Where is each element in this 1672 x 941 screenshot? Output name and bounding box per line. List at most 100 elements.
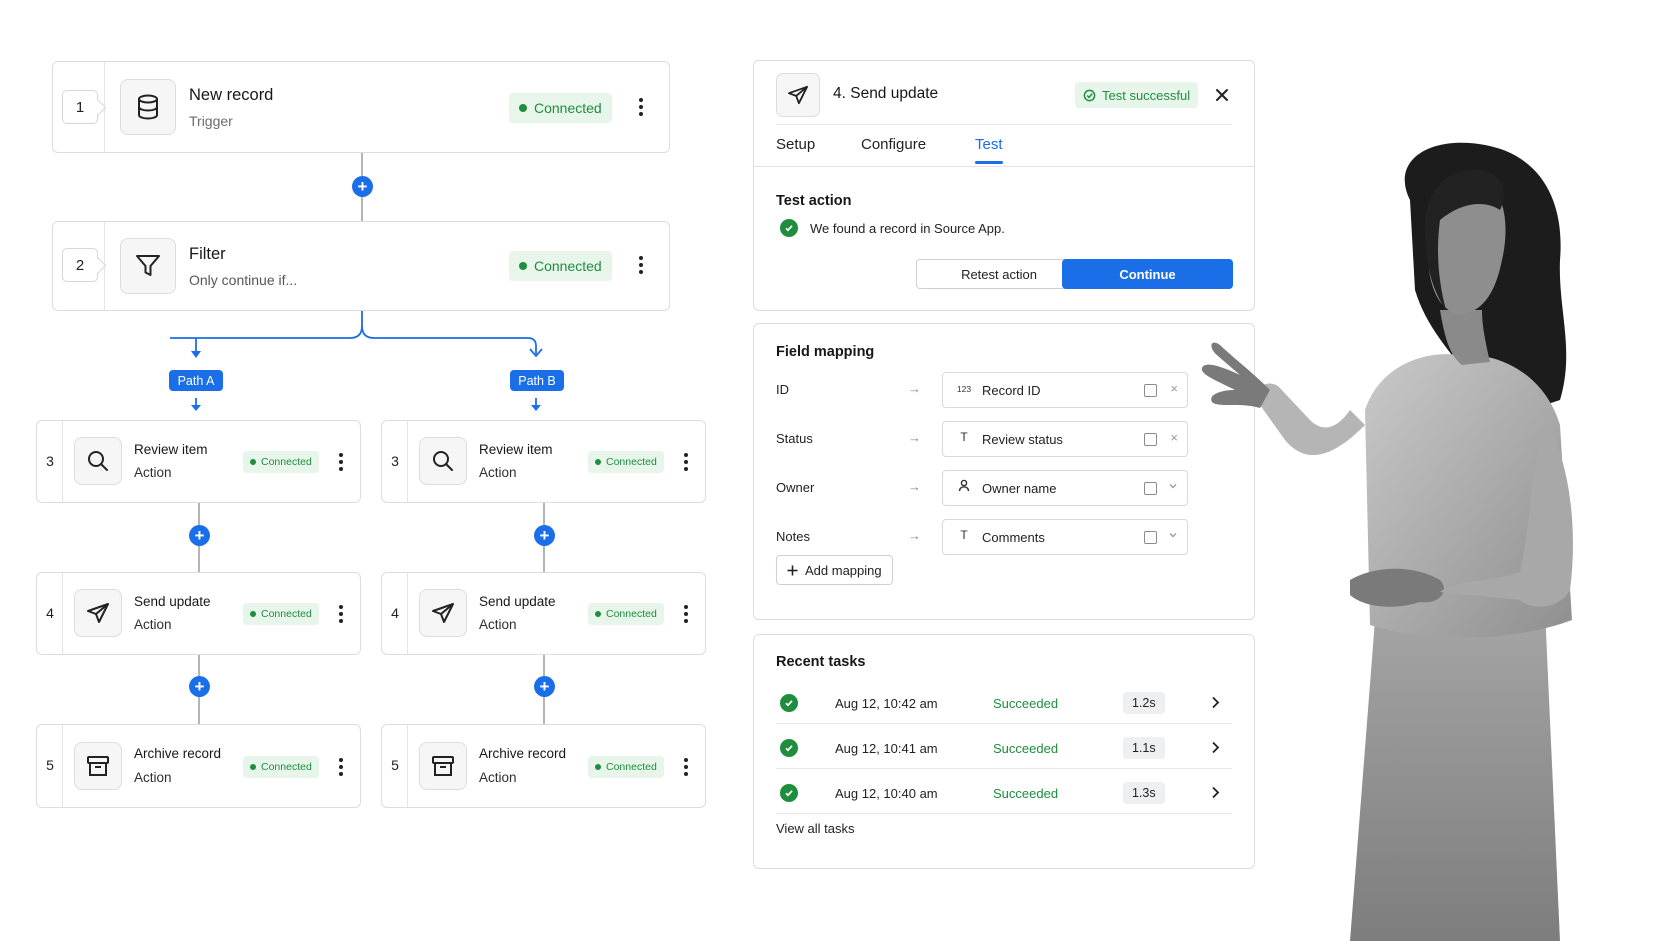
retest-action-button[interactable]: Retest action: [916, 259, 1082, 289]
text-type-icon: T: [960, 528, 968, 542]
more-options-icon[interactable]: [331, 602, 351, 626]
task-row[interactable]: Aug 12, 10:42 am Succeeded 1.2s: [776, 682, 1232, 724]
clear-icon[interactable]: ×: [1170, 430, 1178, 445]
add-step-button[interactable]: +: [534, 525, 555, 546]
arrow-right-icon: →: [908, 430, 921, 445]
mapping-field[interactable]: 123 Record ID ×: [942, 372, 1188, 408]
more-options-icon[interactable]: [676, 755, 696, 779]
panel-title: 4. Send update: [833, 85, 939, 102]
search-icon: [74, 437, 122, 485]
step-title: Send update: [134, 594, 211, 609]
mapping-label: Owner: [776, 480, 815, 495]
step-card-filter[interactable]: 2 Filter Only continue if... Connected: [52, 221, 670, 311]
clear-icon[interactable]: ×: [1170, 381, 1178, 396]
path-a-label[interactable]: Path A: [169, 370, 223, 391]
step-subtitle: Action: [479, 617, 517, 632]
task-row[interactable]: Aug 12, 10:40 am Succeeded 1.3s: [776, 772, 1232, 814]
add-mapping-label: Add mapping: [805, 562, 882, 578]
step-card-archive-record[interactable]: 5 Archive record Action Connected: [36, 724, 361, 808]
field-option-icon[interactable]: [1144, 433, 1157, 446]
status-label: Connected: [534, 100, 602, 116]
step-card-review-item[interactable]: 3 Review item Action Connected: [36, 420, 361, 503]
close-icon[interactable]: [1212, 85, 1232, 105]
add-step-button[interactable]: +: [352, 176, 373, 197]
mapping-label: Notes: [776, 529, 810, 544]
step-number-tab: 3: [382, 421, 408, 502]
more-options-icon[interactable]: [676, 602, 696, 626]
chevron-down-icon[interactable]: [1168, 528, 1178, 543]
mapping-row: Notes → T Comments: [776, 519, 1188, 555]
step-number: 2: [62, 248, 98, 282]
view-all-tasks-link[interactable]: View all tasks: [776, 821, 855, 836]
more-options-icon[interactable]: [676, 450, 696, 474]
status-label: Connected: [606, 456, 657, 468]
step-card-archive-record[interactable]: 5 Archive record Action Connected: [381, 724, 706, 808]
task-time: Aug 12, 10:41 am: [835, 741, 938, 756]
status-dot: [519, 262, 527, 270]
status-label: Connected: [261, 456, 312, 468]
tab-setup[interactable]: Setup: [776, 136, 815, 153]
status-label: Connected: [261, 761, 312, 773]
step-card-review-item[interactable]: 3 Review item Action Connected: [381, 420, 706, 503]
status-badge: Connected: [243, 451, 319, 473]
field-option-icon[interactable]: [1144, 384, 1157, 397]
tab-test[interactable]: Test: [975, 136, 1003, 164]
task-duration: 1.1s: [1123, 737, 1165, 759]
archive-icon: [419, 742, 467, 790]
step-detail-panel: 4. Send update Test successful Setup Con…: [753, 60, 1255, 311]
add-step-button[interactable]: +: [189, 525, 210, 546]
status-label: Connected: [261, 608, 312, 620]
more-options-icon[interactable]: [631, 253, 651, 277]
task-status: Succeeded: [993, 696, 1059, 711]
step-card-send-update[interactable]: 4 Send update Action Connected: [36, 572, 361, 655]
archive-icon: [74, 742, 122, 790]
status-dot: [250, 611, 256, 617]
step-subtitle: Action: [479, 770, 517, 785]
step-card-send-update[interactable]: 4 Send update Action Connected: [381, 572, 706, 655]
presenter-photo: [1201, 142, 1573, 941]
task-status: Succeeded: [993, 741, 1059, 756]
test-status-badge: Test successful: [1075, 82, 1199, 108]
task-status: Succeeded: [993, 786, 1059, 801]
plus-icon: [787, 565, 798, 575]
test-result-text: We found a record in Source App.: [810, 220, 1005, 236]
step-subtitle: Action: [479, 465, 517, 480]
field-option-icon[interactable]: [1144, 482, 1157, 495]
arrow-right-icon: →: [908, 381, 921, 396]
step-card-new-record[interactable]: 1 New record Trigger Connected: [52, 61, 670, 153]
recent-tasks-heading: Recent tasks: [776, 654, 866, 670]
status-label: Connected: [534, 258, 602, 274]
text-type-icon: T: [960, 430, 968, 444]
mapping-field[interactable]: T Review status ×: [942, 421, 1188, 457]
chevron-down-icon[interactable]: [1168, 479, 1178, 494]
status-badge: Connected: [588, 451, 664, 473]
path-b-label[interactable]: Path B: [510, 370, 564, 391]
more-options-icon[interactable]: [331, 450, 351, 474]
more-options-icon[interactable]: [631, 95, 651, 119]
mapping-field[interactable]: T Comments: [942, 519, 1188, 555]
status-label: Connected: [606, 761, 657, 773]
add-mapping-button[interactable]: Add mapping: [776, 555, 893, 585]
send-icon: [419, 589, 467, 637]
mapping-value: Review status: [982, 432, 1063, 447]
step-title: Archive record: [134, 746, 222, 761]
field-option-icon[interactable]: [1144, 531, 1157, 544]
check-circle-icon: [780, 739, 798, 757]
task-time: Aug 12, 10:42 am: [835, 696, 938, 711]
task-row[interactable]: Aug 12, 10:41 am Succeeded 1.1s: [776, 727, 1232, 769]
field-mapping-panel: Field mapping ID → 123 Record ID × Statu…: [753, 323, 1255, 620]
add-step-button[interactable]: +: [534, 676, 555, 697]
task-duration: 1.3s: [1123, 782, 1165, 804]
test-result-message: We found a record in Source App.: [776, 219, 1005, 237]
step-number-tab: 3: [37, 421, 63, 502]
step-title: Review item: [134, 442, 208, 457]
add-step-button[interactable]: +: [189, 676, 210, 697]
step-number-tab: 5: [382, 725, 408, 807]
field-mapping-heading: Field mapping: [776, 344, 875, 360]
step-title: Send update: [479, 594, 556, 609]
mapping-field[interactable]: Owner name: [942, 470, 1188, 506]
more-options-icon[interactable]: [331, 755, 351, 779]
status-dot: [595, 611, 601, 617]
tab-configure[interactable]: Configure: [861, 136, 926, 153]
step-title: Filter: [189, 245, 226, 263]
